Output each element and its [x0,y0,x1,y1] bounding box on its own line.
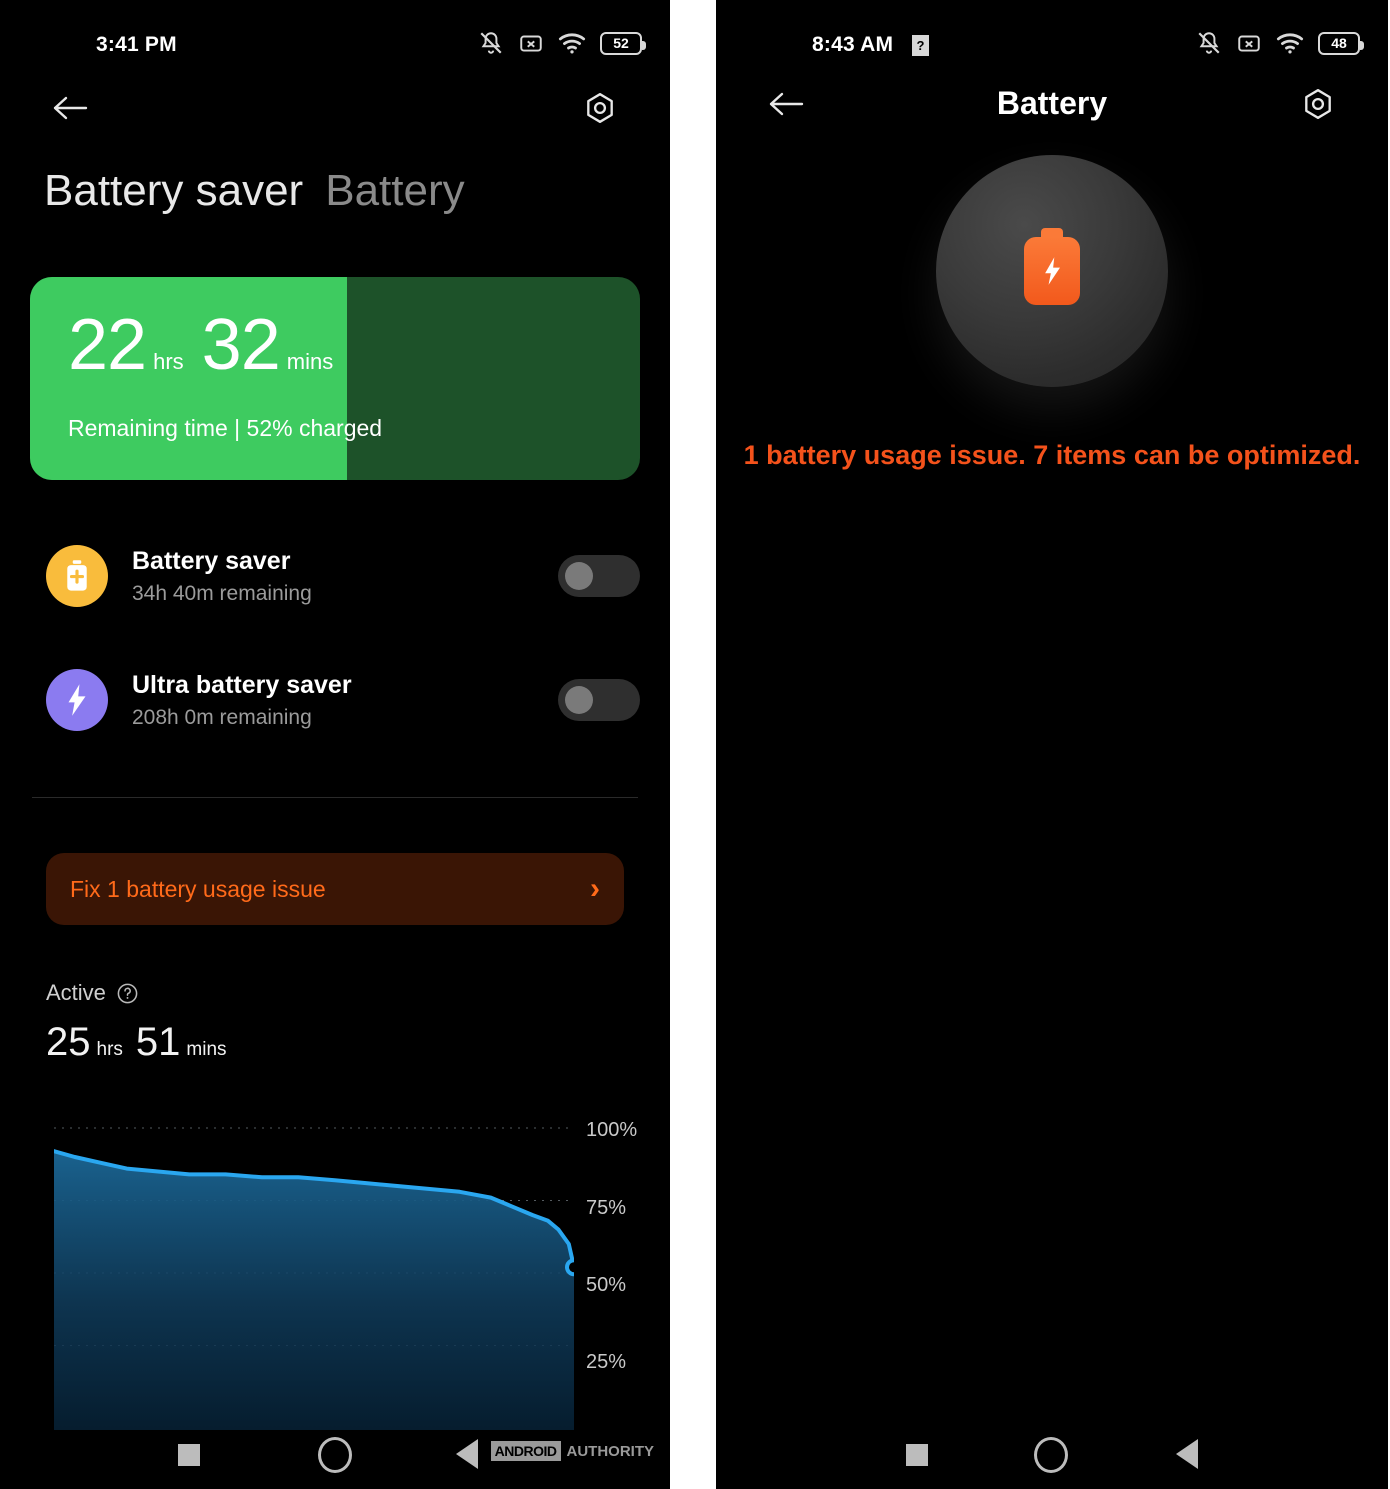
watermark-authority: AUTHORITY [566,1442,655,1460]
left-phone-screen: 3:41 PM 52 Battery saver Battery 22 hrs … [0,0,670,1489]
battery-history-chart[interactable]: 100% 75% 50% 25% [46,1100,641,1430]
toggle-battery-saver[interactable] [558,555,640,597]
toggle-knob [565,686,593,714]
row-title: Battery saver [132,546,291,575]
battery-percent: 48 [1331,35,1347,51]
row-title: Ultra battery saver [132,670,352,699]
chart-y-axis-labels: 100% 75% 50% 25% [586,1100,670,1430]
active-label: Active [46,980,106,1005]
chart-endpoint-dot [565,1258,574,1277]
watermark-android: ANDROID [490,1441,561,1461]
active-hours-unit: hrs [96,1039,123,1060]
battery-bolt-icon [1024,237,1080,305]
status-bar-icons: 52 [478,30,646,56]
right-navigation-bar [716,1413,1388,1489]
square-recents-icon[interactable] [906,1444,928,1466]
remaining-minutes-unit: mins [286,349,334,374]
lightning-bolt-icon [46,669,108,731]
row-ultra-text: Ultra battery saver 208h 0m remaining [132,670,558,730]
battery-chart-svg [54,1127,574,1430]
row-battery-saver-text: Battery saver 34h 40m remaining [132,546,558,606]
wifi-icon [1276,33,1304,54]
battery-summary-card[interactable]: 22 hrs 32 mins Remaining time | 52% char… [30,277,640,480]
chart-tick-75: 75% [586,1197,627,1219]
chart-tick-100: 100% [586,1119,638,1141]
tab-battery-saver[interactable]: Battery saver [44,166,303,216]
chart-area [54,1151,574,1430]
section-divider [32,797,638,798]
watermark: ANDROID AUTHORITY [490,1441,655,1461]
x-box-icon [520,35,542,52]
screenshot-stage: 3:41 PM 52 Battery saver Battery 22 hrs … [0,0,1390,1489]
remaining-time-display: 22 hrs 32 mins [68,305,351,385]
toggle-ultra-battery-saver[interactable] [558,679,640,721]
unknown-glyph-icon: ? [912,35,929,56]
remaining-hours: 22 [68,305,147,385]
row-ultra-battery-saver[interactable]: Ultra battery saver 208h 0m remaining [46,657,640,743]
chart-tick-50: 50% [586,1274,627,1296]
remaining-minutes: 32 [201,305,281,385]
fix-battery-issue-banner[interactable]: Fix 1 battery usage issue › [46,853,624,925]
toggle-knob [565,562,593,590]
circle-home-icon[interactable] [1034,1437,1068,1473]
row-battery-saver[interactable]: Battery saver 34h 40m remaining [46,533,640,619]
active-minutes: 51 [135,1020,181,1064]
left-navigation-bar: ANDROID AUTHORITY [0,1413,670,1489]
back-arrow-icon[interactable] [44,82,96,134]
square-recents-icon[interactable] [178,1444,200,1466]
chart-tick-25: 25% [586,1351,627,1373]
battery-hero-orb [716,155,1388,387]
fix-banner-label: Fix 1 battery usage issue [70,875,326,902]
battery-icon: 52 [600,31,646,55]
bell-off-icon [1198,32,1220,54]
status-bar-icons: 48 [1196,30,1364,56]
question-circle-icon[interactable] [116,982,139,1005]
active-time-display: 25 hrs 51 mins [46,1020,240,1065]
right-status-bar: 8:43 AM ? 48 [716,0,1388,74]
chevron-right-icon: › [590,872,600,905]
gear-icon[interactable] [574,82,626,134]
row-subtitle: 208h 0m remaining [132,706,312,730]
tab-battery[interactable]: Battery [325,166,464,216]
triangle-back-icon[interactable] [1176,1439,1198,1469]
row-subtitle: 34h 40m remaining [132,582,312,606]
issue-summary-text: 1 battery usage issue. 7 items can be op… [743,440,1361,470]
active-section-header: Active [46,980,139,1006]
status-bar-time: 8:43 AM [812,33,894,56]
battery-percent: 52 [613,35,629,51]
left-status-bar: 3:41 PM 52 [0,0,670,74]
battery-plus-icon [46,545,108,607]
wifi-icon [558,33,586,54]
triangle-back-icon[interactable] [456,1439,478,1469]
active-hours: 25 [46,1020,91,1064]
left-app-bar [0,82,670,144]
remaining-hours-unit: hrs [153,349,184,374]
right-phone-screen: 8:43 AM ? 48 Battery 1 battery usage iss… [716,0,1388,1489]
battery-icon: 48 [1318,31,1364,55]
summary-card-caption: Remaining time | 52% charged [68,415,383,441]
circle-home-icon[interactable] [318,1437,352,1473]
x-box-icon [1238,35,1260,52]
left-tab-bar: Battery saver Battery [44,166,465,216]
active-minutes-unit: mins [186,1039,227,1060]
page-title: Battery [996,85,1108,121]
bell-off-icon [480,32,502,54]
orb-circle [936,155,1168,387]
status-bar-time: 3:41 PM [96,33,177,56]
